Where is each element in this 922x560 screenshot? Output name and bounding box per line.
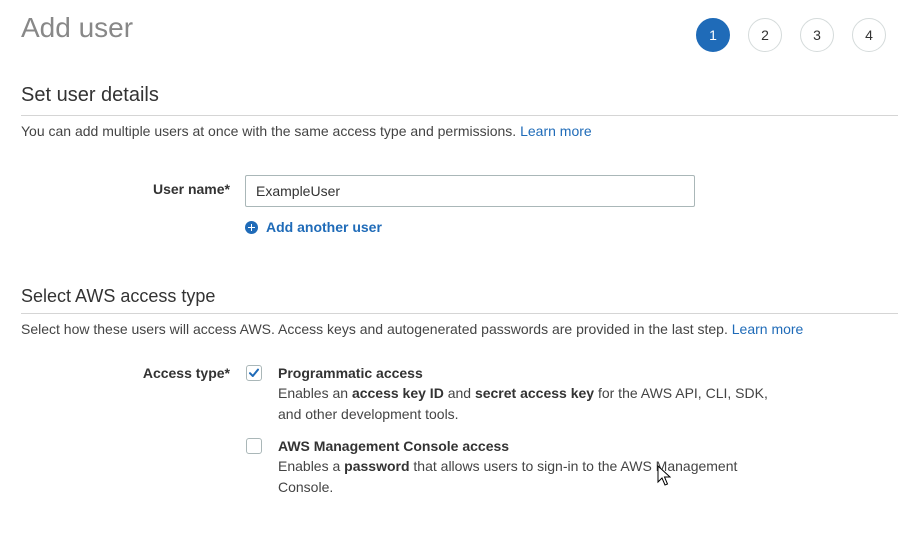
section-divider [21,115,898,116]
programmatic-access-checkbox[interactable] [246,365,262,381]
user-name-input[interactable] [245,175,695,207]
desc-emphasis: secret access key [474,385,595,401]
console-access-description: Enables a password that allows users to … [278,456,748,498]
mouse-cursor-icon [657,465,671,486]
console-access-title: AWS Management Console access [278,438,510,454]
access-type-label: Access type* [142,365,230,381]
access-type-description-text: Select how these users will access AWS. … [21,321,728,337]
programmatic-access-description: Enables an access key ID and secret acce… [278,383,773,425]
desc-text: Enables a [278,458,345,474]
section-title-access-type: Select AWS access type [21,286,216,306]
desc-emphasis: access key ID [351,385,444,401]
plus-circle-icon [245,220,258,234]
wizard-steps: 1 2 3 4 [696,18,886,52]
page-title: Add user [21,12,134,43]
section-divider [21,313,898,314]
add-another-user-label: Add another user [266,219,382,235]
learn-more-link[interactable]: Learn more [520,123,592,139]
step-2[interactable]: 2 [748,18,782,52]
step-3[interactable]: 3 [800,18,834,52]
section-title-user-details: Set user details [21,84,159,106]
step-4[interactable]: 4 [852,18,886,52]
desc-text: and [443,385,475,401]
user-details-description-text: You can add multiple users at once with … [21,123,517,139]
user-name-label: User name* [152,181,230,197]
desc-emphasis: password [344,458,410,474]
learn-more-link[interactable]: Learn more [732,321,804,337]
access-type-description: Select how these users will access AWS. … [21,321,803,337]
step-1[interactable]: 1 [696,18,730,52]
programmatic-access-title: Programmatic access [278,365,423,381]
console-access-checkbox[interactable] [246,438,262,454]
checkmark-icon [249,368,259,377]
user-details-description: You can add multiple users at once with … [21,123,592,139]
add-another-user-button[interactable]: Add another user [245,219,382,235]
desc-text: Enables an [278,385,352,401]
